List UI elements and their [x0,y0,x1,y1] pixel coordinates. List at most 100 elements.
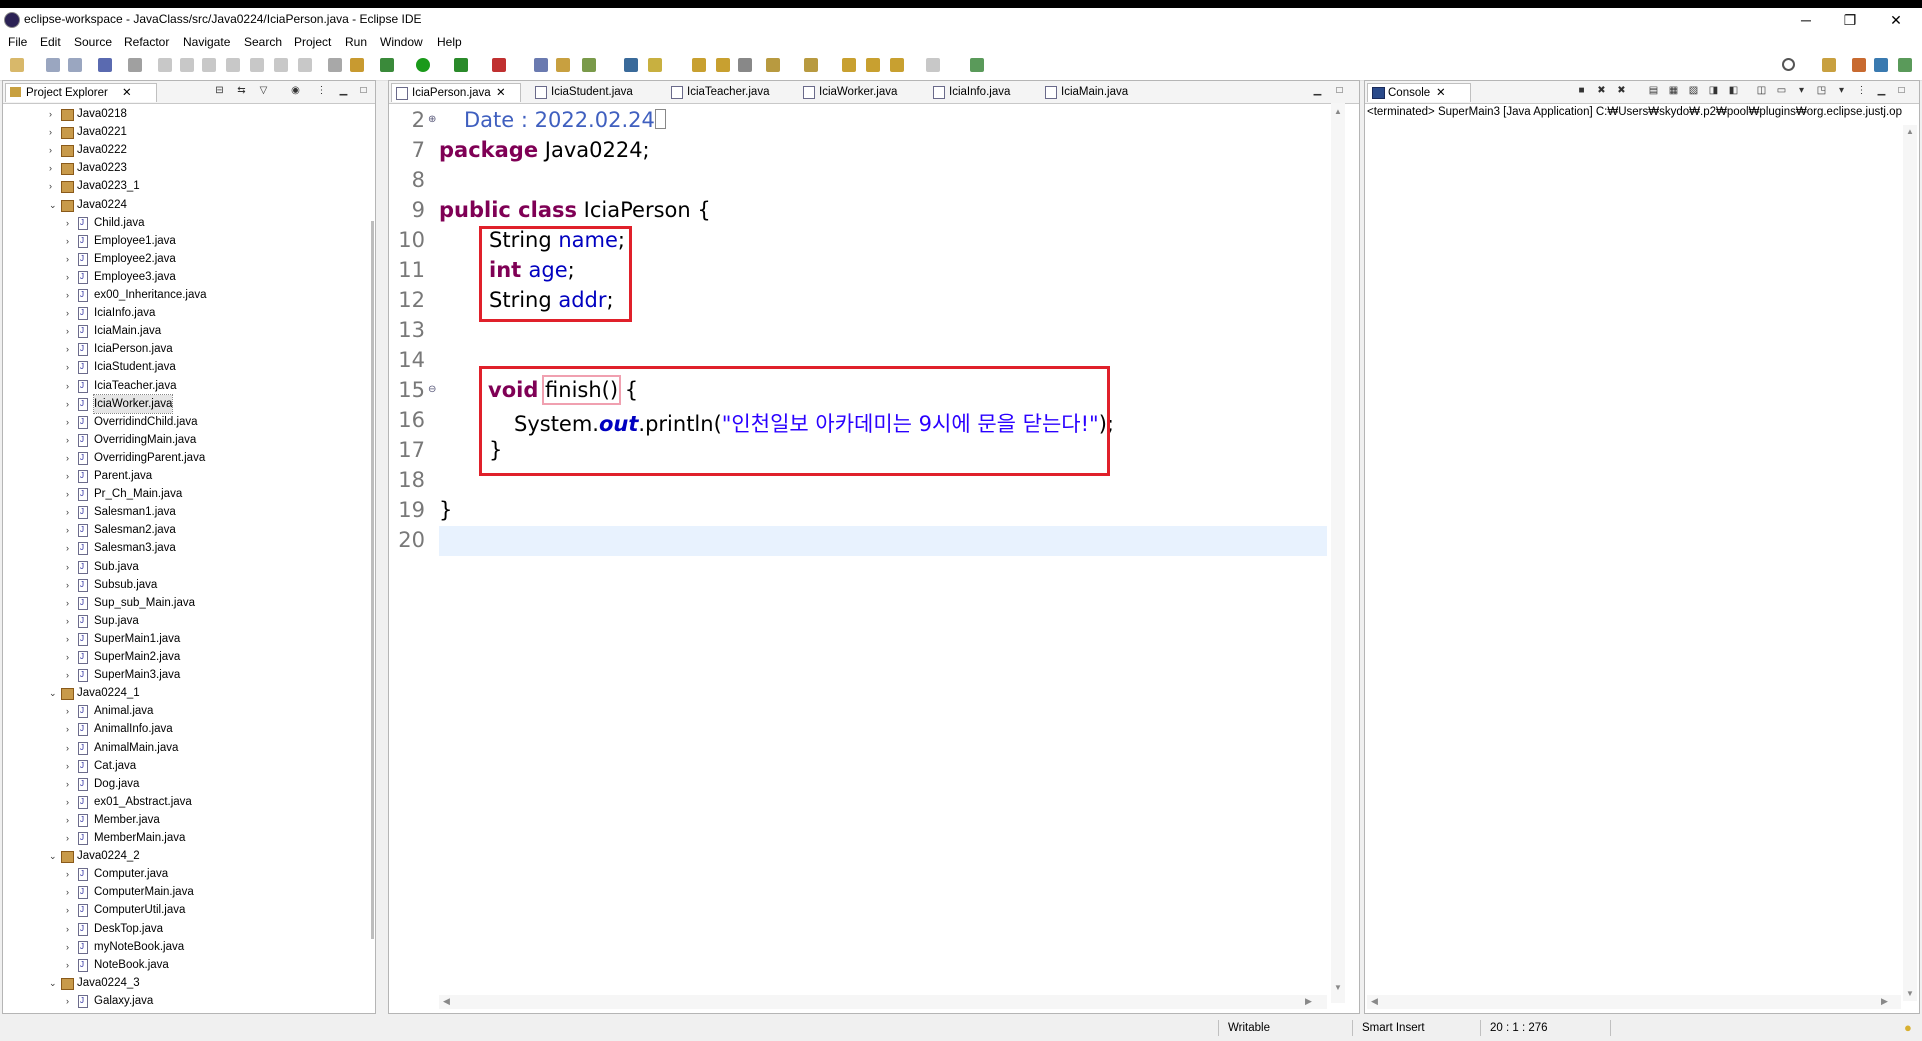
chevron-right-icon[interactable]: › [66,883,76,901]
console-vertical-scrollbar[interactable]: ▲ ▼ [1903,125,1917,1001]
show-on-stderr-icon[interactable]: ◧ [1727,84,1740,97]
terminal-icon[interactable] [98,58,112,72]
maximize-view-icon[interactable]: □ [1895,84,1908,97]
filter-icon[interactable]: ▽ [257,84,270,97]
close-icon[interactable]: ✕ [496,84,506,102]
maximize-button[interactable]: ❐ [1830,10,1870,30]
menu-file[interactable]: File [8,35,27,49]
chevron-right-icon[interactable]: › [66,485,76,503]
minimize-view-icon[interactable]: ▁ [1875,84,1888,97]
scroll-left-icon[interactable]: ◀ [1371,996,1378,1007]
tab-iciaperson[interactable]: IciaPerson.java ✕ [391,83,521,102]
chevron-right-icon[interactable]: › [66,558,76,576]
folded-comment-box[interactable] [654,109,666,129]
collapse-fold-icon[interactable]: ⊖ [428,384,436,395]
external-tools-icon[interactable] [492,58,506,72]
skip-breakpoints-icon[interactable] [128,58,142,72]
editor-vertical-scrollbar[interactable]: ▲ ▼ [1331,103,1345,1003]
back-icon[interactable] [890,58,904,72]
close-button[interactable]: ✕ [1876,10,1916,30]
toggle-block-selection-icon[interactable] [716,58,730,72]
step-return-icon[interactable] [298,58,312,72]
chevron-right-icon[interactable]: › [66,358,76,376]
chevron-down-icon[interactable]: ▾ [1795,84,1808,97]
next-annotation-icon[interactable] [766,58,780,72]
word-wrap-icon[interactable]: ▧ [1687,84,1700,97]
tree-scrollbar[interactable] [371,221,374,939]
show-whitespace-icon[interactable] [738,58,752,72]
chevron-right-icon[interactable]: › [66,377,76,395]
suspend-icon[interactable] [180,58,194,72]
new-class-icon[interactable] [582,58,596,72]
remove-launch-icon[interactable]: ✖ [1595,84,1608,97]
clear-console-icon[interactable]: ▤ [1647,84,1660,97]
java-ee-perspective-icon[interactable] [1852,58,1866,72]
scroll-right-icon[interactable]: ▶ [1881,996,1888,1007]
step-over-icon[interactable] [274,58,288,72]
tab-iciaworker[interactable]: IciaWorker.java [799,83,939,101]
chevron-right-icon[interactable]: › [66,467,76,485]
code-line-2[interactable]: Date : 2022.02.24 [464,108,666,132]
chevron-right-icon[interactable]: › [66,322,76,340]
console-horizontal-scrollbar[interactable]: ◀ ▶ [1367,995,1901,1009]
minimize-view-icon[interactable]: ▁ [1311,84,1324,97]
close-icon[interactable]: ✕ [1436,84,1446,102]
scroll-lock-icon[interactable]: ▦ [1667,84,1680,97]
menu-refactor[interactable]: Refactor [124,35,169,49]
remove-all-launches-icon[interactable]: ✖ [1615,84,1628,97]
chevron-right-icon[interactable]: › [66,775,76,793]
debug-icon[interactable] [380,58,394,72]
chevron-down-icon[interactable]: ⌄ [49,974,59,992]
tab-iciastudent[interactable]: IciaStudent.java [531,83,671,101]
chevron-right-icon[interactable]: › [66,250,76,268]
chevron-right-icon[interactable]: › [66,956,76,974]
chevron-down-icon[interactable]: ▾ [1835,84,1848,97]
menu-search[interactable]: Search [244,35,282,49]
search-toolbar-icon[interactable] [648,58,662,72]
chevron-right-icon[interactable]: › [49,177,59,195]
previous-annotation-icon[interactable] [804,58,818,72]
terminate-icon[interactable] [202,58,216,72]
chevron-right-icon[interactable]: › [66,576,76,594]
scroll-right-icon[interactable]: ▶ [1305,996,1312,1007]
chevron-down-icon[interactable]: ⌄ [49,196,59,214]
chevron-right-icon[interactable]: › [66,901,76,919]
disconnect-icon[interactable] [226,58,240,72]
menu-navigate[interactable]: Navigate [183,35,230,49]
open-perspective-icon[interactable] [1822,58,1836,72]
terminate-console-icon[interactable]: ■ [1575,84,1588,97]
chevron-right-icon[interactable]: › [49,123,59,141]
debug-perspective-icon[interactable] [1898,58,1912,72]
chevron-right-icon[interactable]: › [66,304,76,322]
menu-edit[interactable]: Edit [40,35,61,49]
tab-console[interactable]: Console ✕ [1367,83,1471,102]
save-all-icon[interactable] [68,58,82,72]
pin-console-icon[interactable]: ◫ [1755,84,1768,97]
chevron-down-icon[interactable]: ⌄ [49,847,59,865]
drop-to-frame-icon[interactable] [328,58,342,72]
link-with-editor-icon[interactable]: ⇆ [235,84,248,97]
chevron-right-icon[interactable]: › [66,521,76,539]
new-icon[interactable] [10,58,24,72]
forward-history-icon[interactable] [866,58,880,72]
expand-fold-icon[interactable]: ⊕ [428,114,436,125]
chevron-right-icon[interactable]: › [66,232,76,250]
menu-source[interactable]: Source [74,35,112,49]
forward-icon[interactable] [926,58,940,72]
code-line-9[interactable]: public class IciaPerson { [439,198,711,222]
view-menu-icon[interactable]: ⋮ [315,84,328,97]
chevron-right-icon[interactable]: › [66,214,76,232]
chevron-right-icon[interactable]: › [66,992,76,1010]
java-perspective-icon[interactable] [1874,58,1888,72]
toggle-mark-occurrences-icon[interactable] [692,58,706,72]
open-type-icon[interactable] [624,58,638,72]
pin-editor-icon[interactable] [970,58,984,72]
menu-help[interactable]: Help [437,35,462,49]
minimize-view-icon[interactable]: ▁ [337,84,350,97]
editor-horizontal-scrollbar[interactable]: ◀ ▶ [439,995,1327,1009]
chevron-right-icon[interactable]: › [66,413,76,431]
chevron-down-icon[interactable]: ⌄ [49,684,59,702]
chevron-right-icon[interactable]: › [49,105,59,123]
chevron-right-icon[interactable]: › [66,431,76,449]
save-icon[interactable] [46,58,60,72]
